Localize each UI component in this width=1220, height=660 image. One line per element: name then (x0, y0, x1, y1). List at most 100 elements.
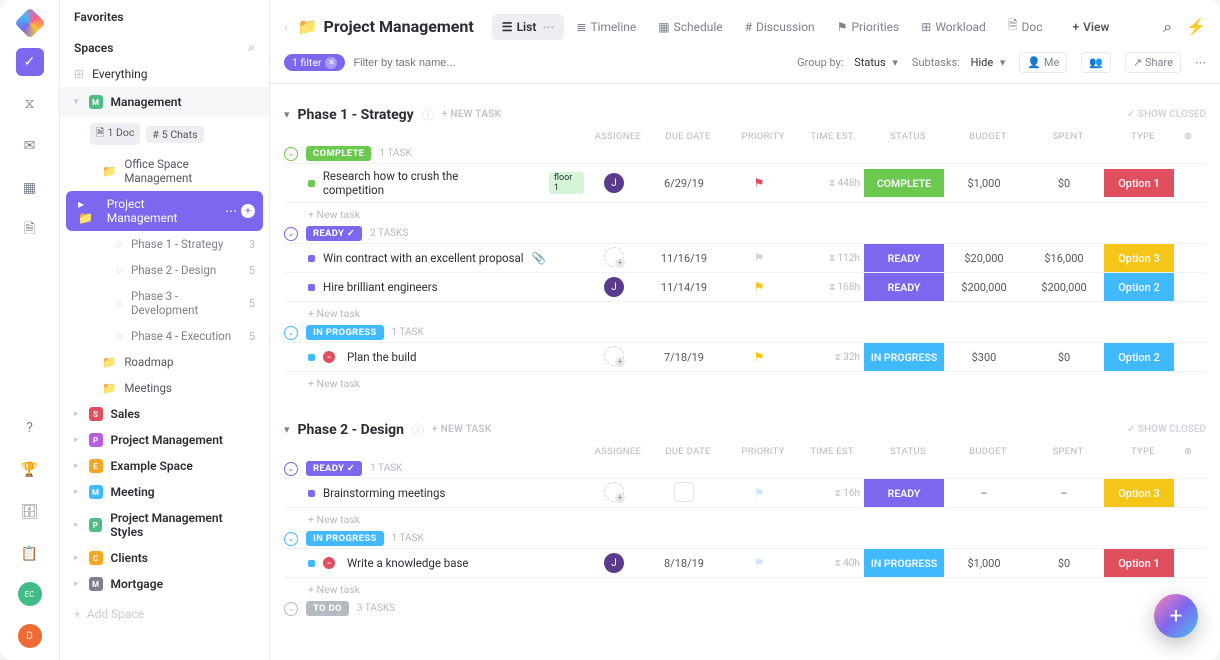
due-date[interactable]: 11/16/19 (661, 252, 707, 265)
status-group-header[interactable]: ⌄ COMPLETE 1 TASK (284, 146, 1206, 161)
task-row[interactable]: Hire brilliant engineers J 11/14/19 ⚑ ⧗ … (284, 273, 1206, 302)
spent-cell[interactable]: $0 (1024, 177, 1104, 190)
column-header[interactable]: STATUS (868, 446, 948, 457)
folder-office-space[interactable]: 📁Office Space Management (60, 151, 269, 191)
new-task-row[interactable]: + New task (284, 302, 1206, 325)
type-cell[interactable]: Option 1 (1104, 549, 1174, 577)
column-header[interactable]: TIME EST. (798, 131, 868, 142)
view-tab[interactable]: ☰List⋯ (492, 14, 565, 40)
budget-cell[interactable]: $200,000 (944, 281, 1024, 294)
priority-cell[interactable]: ⚑ (724, 556, 794, 570)
spent-cell[interactable]: $0 (1024, 557, 1104, 570)
spaces-header[interactable]: Spaces⌕ (60, 30, 269, 61)
status-cell[interactable]: IN PROGRESS (864, 343, 944, 371)
sidebar-phase-item[interactable]: ○Phase 3 - Development5 (60, 283, 269, 323)
task-name[interactable]: Win contract with an excellent proposal (323, 251, 524, 265)
sidebar-space-item[interactable]: ▸PProject Management (60, 427, 269, 453)
app-logo[interactable] (14, 7, 45, 38)
more-icon[interactable]: ⋯ (225, 204, 237, 218)
task-name[interactable]: Write a knowledge base (347, 556, 469, 570)
view-tab[interactable]: ▦Schedule (648, 14, 732, 40)
folder-roadmap[interactable]: 📁Roadmap (60, 349, 269, 375)
sidebar-space-item[interactable]: ▸MMeeting (60, 479, 269, 505)
status-group-header[interactable]: ⌄ IN PROGRESS 1 TASK (284, 325, 1206, 340)
column-header[interactable]: BUDGET (948, 446, 1028, 457)
view-tab[interactable]: ⚑Priorities (827, 14, 910, 40)
type-cell[interactable]: Option 3 (1104, 479, 1174, 507)
sidebar-phase-item[interactable]: ○Phase 4 - Execution5 (60, 323, 269, 349)
home-icon[interactable]: ✓ (16, 48, 44, 76)
chevron-down-icon[interactable]: ▾ (284, 423, 290, 436)
priority-cell[interactable]: ⚑ (724, 176, 794, 190)
column-header[interactable]: TYPE (1108, 446, 1178, 457)
sidebar-space-item[interactable]: ▸SSales (60, 401, 269, 427)
task-row[interactable]: − Plan the build 7/18/19 ⚑ ⧗ 32h IN PROG… (284, 342, 1206, 372)
docs-icon[interactable]: 🗎 (16, 216, 44, 244)
budget-cell[interactable]: $20,000 (944, 252, 1024, 265)
assignee-empty[interactable] (604, 346, 624, 366)
task-name[interactable]: Brainstorming meetings (323, 486, 445, 500)
filter-input[interactable] (353, 57, 553, 69)
column-header[interactable]: STATUS (868, 131, 948, 142)
new-task-button[interactable]: + NEW TASK (442, 109, 502, 120)
folder-meetings[interactable]: 📁Meetings (60, 375, 269, 401)
space-management[interactable]: ▾ M Management (60, 87, 269, 117)
status-cell[interactable]: READY (864, 273, 944, 301)
task-row[interactable]: Research how to crush the competition fl… (284, 163, 1206, 203)
groupby-select[interactable]: Group by: Status ▾ (797, 56, 898, 69)
folder-project-management[interactable]: ▸📁Project Management ⋯+ (66, 191, 263, 231)
assignee-avatar[interactable]: J (604, 277, 624, 297)
add-column-button[interactable]: ⊕ (1178, 131, 1198, 142)
me-button[interactable]: 👤 Me (1019, 52, 1067, 73)
attachment-icon[interactable]: 📎 (532, 251, 546, 265)
task-name[interactable]: Plan the build (347, 350, 416, 364)
due-date[interactable]: 7/18/19 (664, 351, 704, 364)
info-icon[interactable]: ⓘ (412, 421, 424, 438)
time-estimate-cell[interactable]: ⧗ 16h (794, 488, 864, 499)
task-tag[interactable]: floor 1 (549, 172, 584, 194)
favorites-header[interactable]: Favorites (60, 0, 269, 30)
chats-chip[interactable]: #5 Chats (146, 126, 203, 143)
due-date[interactable]: 11/14/19 (661, 281, 707, 294)
type-cell[interactable]: Option 2 (1104, 343, 1174, 371)
due-date-empty[interactable] (674, 482, 694, 502)
share-button[interactable]: ↗ Share (1125, 52, 1181, 73)
column-header[interactable]: SPENT (1028, 131, 1108, 142)
priority-cell[interactable]: ⚑ (724, 251, 794, 265)
priority-cell[interactable]: ⚑ (724, 486, 794, 500)
task-row[interactable]: − Write a knowledge base J 8/18/19 ⚑ ⧗ 4… (284, 548, 1206, 578)
column-header[interactable]: PRIORITY (728, 131, 798, 142)
dashboards-icon[interactable]: ▦ (16, 174, 44, 202)
new-task-row[interactable]: + New task (284, 578, 1206, 601)
status-group-header[interactable]: ⌄ READY ✓ 2 TASKS (284, 226, 1206, 241)
spent-cell[interactable]: $200,000 (1024, 281, 1104, 294)
help-icon[interactable]: ? (16, 414, 44, 442)
task-name[interactable]: Research how to crush the competition (323, 169, 518, 197)
column-header[interactable]: SPENT (1028, 446, 1108, 457)
budget-cell[interactable]: $1,000 (944, 177, 1024, 190)
sidebar-space-item[interactable]: ▸EExample Space (60, 453, 269, 479)
assignee-empty[interactable] (604, 482, 624, 502)
briefcase-icon[interactable]: 🗄 (16, 498, 44, 526)
type-cell[interactable]: Option 2 (1104, 273, 1174, 301)
add-column-button[interactable]: ⊕ (1178, 446, 1198, 457)
status-group-header[interactable]: ⌄ IN PROGRESS 1 TASK (284, 531, 1206, 546)
show-closed-button[interactable]: ✓ SHOW CLOSED (1127, 424, 1206, 435)
collapse-group-icon[interactable]: ⌄ (284, 602, 298, 616)
phase-header[interactable]: ▾ Phase 1 - Strategy ⓘ + NEW TASK ✓ SHOW… (284, 106, 1206, 123)
collapse-group-icon[interactable]: ⌄ (284, 326, 298, 340)
column-header[interactable]: PRIORITY (728, 446, 798, 457)
view-tab[interactable]: ≣Timeline (566, 14, 646, 40)
sidebar-space-item[interactable]: ▸MMortgage (60, 571, 269, 597)
column-header[interactable]: TIME EST. (798, 446, 868, 457)
column-header[interactable]: DUE DATE (648, 446, 728, 457)
status-group-header[interactable]: ⌄ READY ✓ 1 TASK (284, 461, 1206, 476)
spent-cell[interactable]: – (1024, 487, 1104, 500)
show-closed-button[interactable]: ✓ SHOW CLOSED (1127, 109, 1206, 120)
sidebar-phase-item[interactable]: ○Phase 1 - Strategy3 (60, 231, 269, 257)
column-header[interactable]: ASSIGNEE (588, 446, 648, 457)
task-row[interactable]: Brainstorming meetings ⚑ ⧗ 16h READY – –… (284, 478, 1206, 508)
assignee-avatar[interactable]: J (604, 553, 624, 573)
due-date[interactable]: 6/29/19 (664, 177, 704, 190)
avatar[interactable]: D (18, 624, 42, 648)
